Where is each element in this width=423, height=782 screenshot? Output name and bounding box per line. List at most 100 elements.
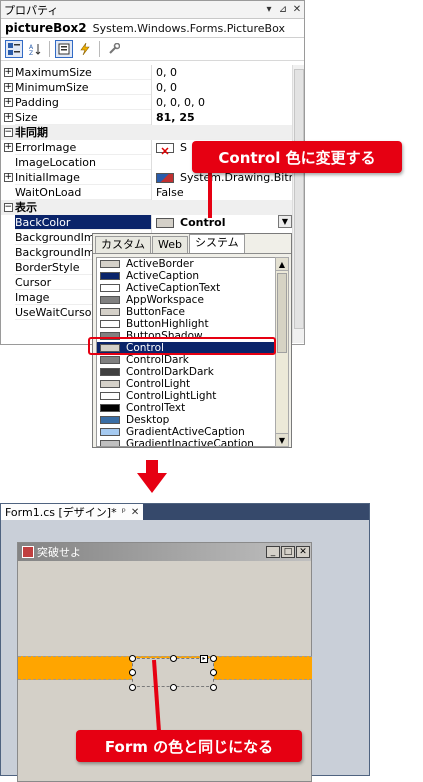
expand-icon	[1, 230, 15, 245]
scrollbar-thumb[interactable]	[294, 69, 304, 329]
color-item[interactable]: ControlDark	[97, 354, 277, 366]
color-item[interactable]: ControlLight	[97, 378, 277, 390]
property-value[interactable]: False	[151, 185, 293, 200]
expand-icon	[1, 260, 15, 275]
color-swatch-icon	[100, 308, 120, 316]
color-item[interactable]: ActiveBorder	[97, 258, 277, 270]
color-swatch-icon	[100, 392, 120, 400]
color-swatch-icon	[100, 296, 120, 304]
color-name: ActiveBorder	[126, 258, 194, 270]
color-item[interactable]: ActiveCaption	[97, 270, 277, 282]
color-item[interactable]: ActiveCaptionText	[97, 282, 277, 294]
property-value[interactable]: 0, 0	[151, 80, 293, 95]
control-swatch-icon	[156, 218, 174, 228]
close-icon[interactable]: ✕	[296, 546, 310, 558]
color-list-scrollbar[interactable]: ▲ ▼	[275, 257, 289, 447]
color-swatch-icon	[100, 428, 120, 436]
color-item[interactable]: ButtonFace	[97, 306, 277, 318]
properties-icon[interactable]	[55, 40, 73, 58]
scroll-up-icon[interactable]: ▲	[276, 258, 288, 271]
callout-same-as-form: Form の色と同じになる	[76, 730, 302, 762]
dropdown-button-icon[interactable]: ▼	[278, 215, 292, 228]
expand-icon[interactable]: +	[1, 140, 15, 155]
tab-system[interactable]: システム	[188, 234, 245, 253]
expand-icon[interactable]: −	[1, 200, 15, 215]
object-selector[interactable]: pictureBox2 System.Windows.Forms.Picture…	[1, 19, 304, 38]
color-name: ControlDark	[126, 354, 189, 366]
expand-icon	[1, 290, 15, 305]
expand-icon[interactable]: +	[1, 110, 15, 125]
property-value[interactable]	[151, 200, 293, 215]
pin-icon[interactable]: ᵖ	[122, 507, 126, 518]
resize-handle[interactable]	[129, 684, 136, 691]
scroll-down-icon[interactable]: ▼	[276, 433, 288, 446]
property-value[interactable]: 0, 0, 0, 0	[151, 95, 293, 110]
tab-web[interactable]: Web	[152, 236, 188, 253]
property-pages-icon[interactable]	[105, 40, 123, 58]
pin-icon[interactable]: ⊿	[276, 3, 290, 17]
expand-icon[interactable]: +	[1, 65, 15, 80]
property-row[interactable]: + Padding 0, 0, 0, 0	[1, 95, 293, 110]
property-row[interactable]: + MinimumSize 0, 0	[1, 80, 293, 95]
expand-icon[interactable]: −	[1, 125, 15, 140]
property-value[interactable]: 0, 0	[151, 65, 293, 80]
property-name: Padding	[15, 95, 151, 110]
close-icon[interactable]: ✕	[131, 507, 139, 518]
expand-icon[interactable]: +	[1, 80, 15, 95]
smart-tag-icon[interactable]: ▸	[200, 655, 208, 663]
tab-form1-design[interactable]: Form1.cs [デザイン]* ᵖ ✕	[1, 504, 144, 520]
property-value[interactable]: 81, 25	[151, 110, 293, 125]
svg-text:Z: Z	[29, 50, 33, 55]
property-name: ErrorImage	[15, 140, 151, 155]
resize-handle[interactable]	[210, 655, 217, 662]
color-swatch-icon	[100, 356, 120, 364]
resize-handle[interactable]	[129, 655, 136, 662]
color-item[interactable]: AppWorkspace	[97, 294, 277, 306]
dropdown-arrow-icon[interactable]: ▾	[262, 3, 276, 17]
expand-icon	[1, 305, 15, 320]
color-item[interactable]: ControlText	[97, 402, 277, 414]
down-arrow-icon	[137, 460, 167, 493]
property-value-text: 0, 0, 0, 0	[156, 96, 205, 109]
expand-icon[interactable]: +	[1, 170, 15, 185]
color-name: ButtonHighlight	[126, 318, 209, 330]
category-row[interactable]: − 表示	[1, 200, 293, 215]
property-name: MaximumSize	[15, 65, 151, 80]
resize-handle[interactable]	[170, 684, 177, 691]
alphabetical-icon[interactable]: AZ	[26, 40, 44, 58]
property-value[interactable]	[151, 125, 293, 140]
color-name: ActiveCaption	[126, 270, 200, 282]
minimize-icon[interactable]: _	[266, 546, 280, 558]
resize-handle[interactable]	[210, 669, 217, 676]
property-row[interactable]: WaitOnLoad False	[1, 185, 293, 200]
categorized-icon[interactable]	[5, 40, 23, 58]
property-name: BackColor	[15, 215, 151, 230]
property-row[interactable]: + MaximumSize 0, 0	[1, 65, 293, 80]
resize-handle[interactable]	[170, 655, 177, 662]
color-swatch-icon	[100, 440, 120, 446]
events-icon[interactable]	[76, 40, 94, 58]
color-item[interactable]: Desktop	[97, 414, 277, 426]
color-item[interactable]: GradientInactiveCaption	[97, 438, 277, 446]
tab-custom[interactable]: カスタム	[95, 236, 151, 253]
scrollbar-thumb[interactable]	[277, 273, 287, 353]
resize-handle[interactable]	[210, 684, 217, 691]
expand-icon[interactable]: +	[1, 95, 15, 110]
resize-handle[interactable]	[129, 669, 136, 676]
property-value-text: Control	[180, 216, 226, 229]
app-icon	[22, 546, 34, 558]
category-row[interactable]: − 非同期	[1, 125, 293, 140]
color-item[interactable]: ButtonHighlight	[97, 318, 277, 330]
color-item[interactable]: ControlLightLight	[97, 390, 277, 402]
color-name: ControlText	[126, 402, 186, 414]
property-row[interactable]: BackColor Control ▼	[1, 215, 293, 230]
close-icon[interactable]: ✕	[290, 3, 304, 17]
color-item[interactable]: ControlDarkDark	[97, 366, 277, 378]
properties-toolbar: AZ	[1, 38, 304, 61]
properties-scrollbar[interactable]	[292, 65, 304, 343]
maximize-icon[interactable]: □	[281, 546, 295, 558]
color-item[interactable]: GradientActiveCaption	[97, 426, 277, 438]
property-value[interactable]: Control	[151, 215, 293, 230]
designer-tab-bar: Form1.cs [デザイン]* ᵖ ✕	[1, 504, 369, 520]
property-row[interactable]: + Size 81, 25	[1, 110, 293, 125]
